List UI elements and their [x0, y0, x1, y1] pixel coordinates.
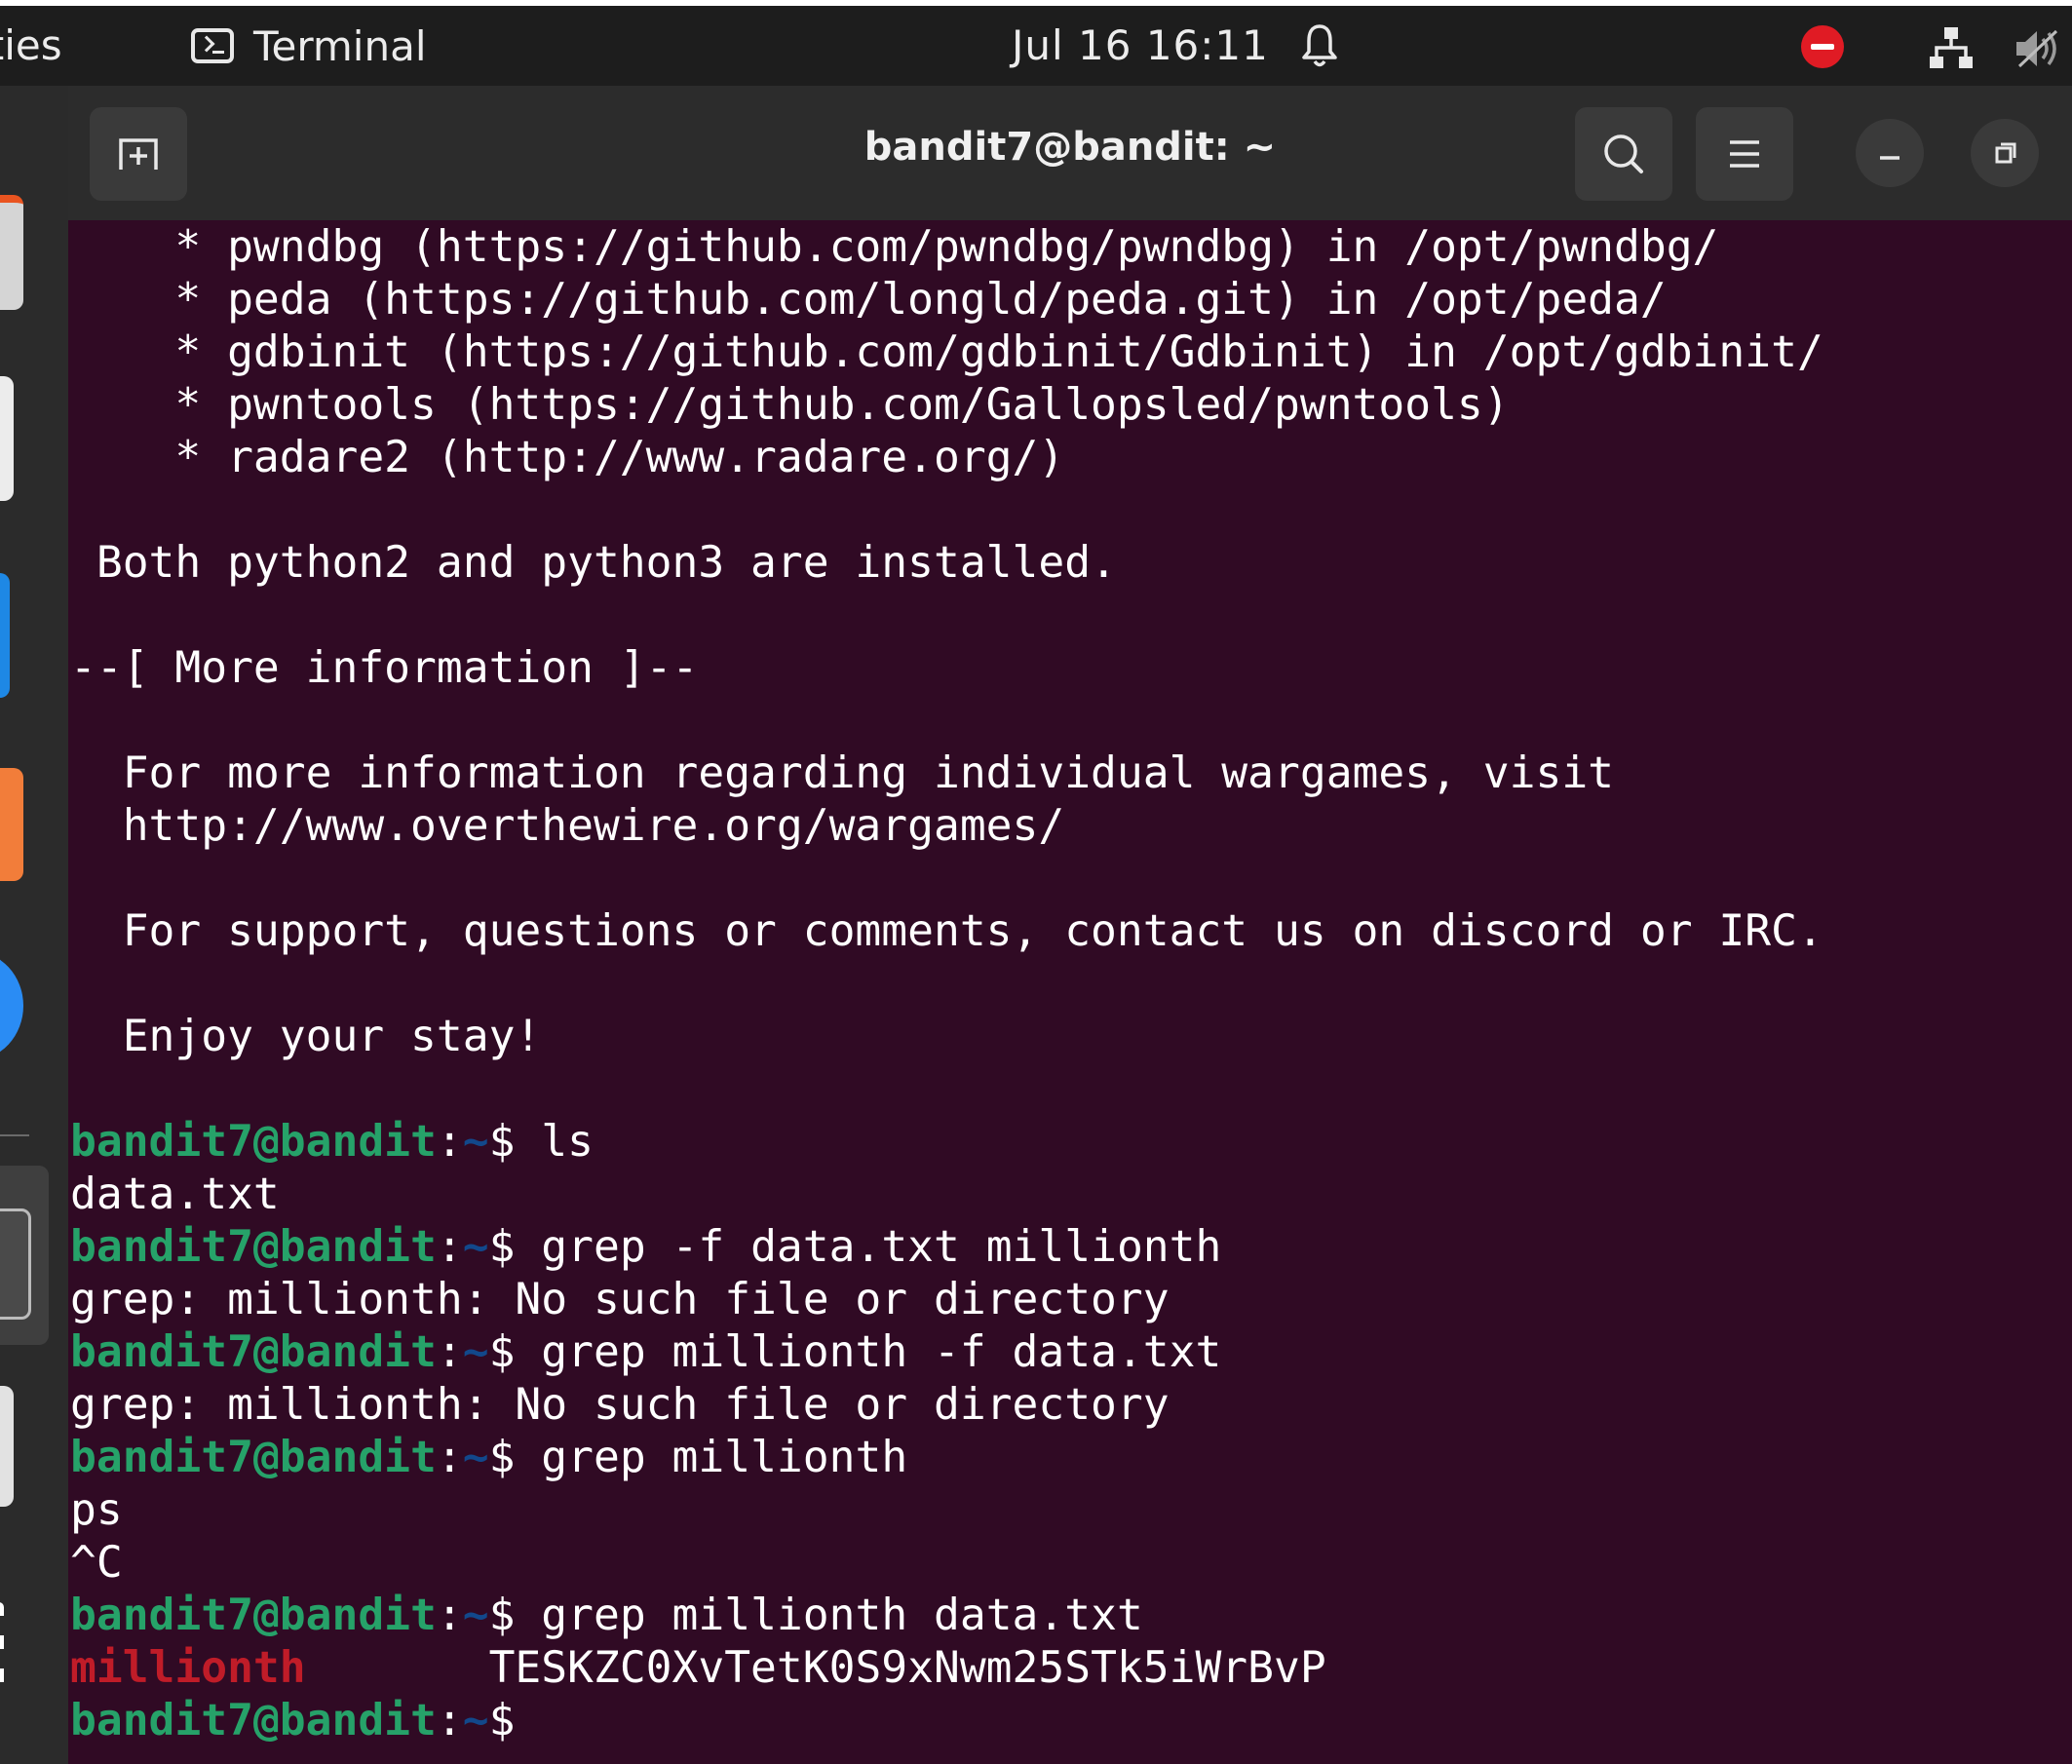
prompt-line-current: bandit7@bandit:~$ — [70, 1694, 515, 1746]
command-text: grep millionth -f data.txt — [515, 1326, 1222, 1377]
prompt-line: bandit7@bandit:~$ grep millionth -f data… — [70, 1325, 1221, 1378]
prompt-separator: : — [436, 1432, 463, 1482]
dock-app-icon[interactable] — [0, 573, 10, 698]
app-name: Terminal — [253, 21, 427, 70]
top-bar: Activities Terminal Jul 16 16:11 — [0, 6, 2072, 86]
terminal-line: * pwndbg (https://github.com/pwndbg/pwnd… — [70, 221, 1719, 272]
dock-app-icon[interactable] — [0, 376, 14, 501]
prompt-user: bandit7@bandit — [70, 1695, 437, 1745]
terminal-line: Enjoy your stay! — [70, 1011, 542, 1061]
show-apps-icon[interactable] — [0, 1602, 4, 1696]
prompt-user: bandit7@bandit — [70, 1326, 437, 1377]
output-line: grep: millionth: No such file or directo… — [70, 1379, 1170, 1430]
search-button[interactable] — [1575, 107, 1672, 201]
terminal-line: http://www.overthewire.org/wargames/ — [70, 800, 1065, 851]
terminal-line: Both python2 and python3 are installed. — [70, 537, 1117, 588]
restore-icon — [1995, 142, 2016, 164]
volume-muted-icon[interactable] — [2014, 27, 2062, 70]
dock-app-icon[interactable] — [0, 951, 23, 1060]
dock-app-icon[interactable] — [0, 1386, 14, 1507]
prompt-path: ~ — [462, 1326, 489, 1377]
menu-button[interactable] — [1696, 107, 1793, 201]
prompt-sign: $ — [488, 1116, 516, 1167]
grep-match: millionth — [70, 1642, 306, 1693]
prompt-path: ~ — [462, 1590, 489, 1640]
dock — [0, 86, 68, 1764]
terminal-icon — [191, 28, 234, 63]
password-value: TESKZC0XvTetK0S9xNwm25STk5iWrBvP — [305, 1642, 1326, 1693]
prompt-line: bandit7@bandit:~$ grep -f data.txt milli… — [70, 1220, 1221, 1273]
network-icon[interactable] — [1928, 25, 1975, 70]
prompt-user: bandit7@bandit — [70, 1432, 437, 1482]
prompt-line: bandit7@bandit:~$ grep millionth data.tx… — [70, 1589, 1143, 1641]
minimize-icon — [1880, 156, 1899, 160]
app-menu[interactable]: Terminal — [191, 19, 427, 72]
prompt-line: bandit7@bandit:~$ grep millionth — [70, 1431, 907, 1483]
terminal-content[interactable]: * pwndbg (https://github.com/pwndbg/pwnd… — [68, 220, 2072, 1764]
output-line: data.txt — [70, 1169, 280, 1219]
prompt-sign: $ — [488, 1695, 516, 1745]
terminal-line: * radare2 (http://www.radare.org/) — [70, 432, 1065, 482]
bell-icon[interactable] — [1300, 21, 1339, 70]
clock[interactable]: Jul 16 16:11 — [1012, 21, 1269, 69]
minimize-button[interactable] — [1856, 119, 1924, 187]
prompt-path: ~ — [462, 1221, 489, 1272]
command-text: ls — [515, 1116, 594, 1167]
terminal-line: --[ More information ]-- — [70, 642, 699, 693]
prompt-user: bandit7@bandit — [70, 1590, 437, 1640]
dock-separator — [0, 1134, 29, 1136]
output-line: ^C — [70, 1537, 123, 1588]
prompt-separator: : — [436, 1590, 463, 1640]
command-text: grep millionth — [515, 1432, 908, 1482]
prompt-separator: : — [436, 1695, 463, 1745]
dock-app-icon[interactable] — [0, 195, 23, 310]
terminal-line: For more information regarding individua… — [70, 748, 1615, 798]
hamburger-menu-icon — [1730, 140, 1759, 168]
prompt-sign: $ — [488, 1326, 516, 1377]
prompt-separator: : — [436, 1116, 463, 1167]
terminal-line: * pwntools (https://github.com/Gallopsle… — [70, 379, 1510, 430]
prompt-sign: $ — [488, 1590, 516, 1640]
grep-result-line: millionth TESKZC0XvTetK0S9xNwm25STk5iWrB… — [70, 1641, 1326, 1694]
dock-app-icon[interactable] — [0, 1208, 31, 1320]
maximize-button[interactable] — [1971, 119, 2039, 187]
command-text: grep -f data.txt millionth — [515, 1221, 1222, 1272]
prompt-path: ~ — [462, 1432, 489, 1482]
output-line: grep: millionth: No such file or directo… — [70, 1274, 1170, 1324]
output-line: ps — [70, 1484, 123, 1535]
activities-button[interactable]: Activities — [0, 21, 62, 69]
prompt-user: bandit7@bandit — [70, 1116, 437, 1167]
do-not-disturb-icon[interactable] — [1801, 25, 1844, 68]
prompt-user: bandit7@bandit — [70, 1221, 437, 1272]
terminal-line: For support, questions or comments, cont… — [70, 905, 1823, 956]
terminal-line: * gdbinit (https://github.com/gdbinit/Gd… — [70, 326, 1823, 377]
command-text: grep millionth data.txt — [515, 1590, 1143, 1640]
terminal-window: bandit7@bandit: ~ * pwndbg (https://gith… — [68, 86, 2072, 1764]
prompt-path: ~ — [462, 1116, 489, 1167]
terminal-line: * peda (https://github.com/longld/peda.g… — [70, 274, 1667, 325]
prompt-sign: $ — [488, 1221, 516, 1272]
prompt-separator: : — [436, 1221, 463, 1272]
prompt-sign: $ — [488, 1432, 516, 1482]
prompt-separator: : — [436, 1326, 463, 1377]
prompt-line: bandit7@bandit:~$ ls — [70, 1115, 594, 1168]
desktop-screen: Activities Terminal Jul 16 16:11 — [0, 0, 2072, 1764]
search-icon — [1604, 134, 1643, 173]
prompt-path: ~ — [462, 1695, 489, 1745]
window-headerbar: bandit7@bandit: ~ — [68, 86, 2072, 220]
dock-app-icon[interactable] — [0, 768, 23, 881]
